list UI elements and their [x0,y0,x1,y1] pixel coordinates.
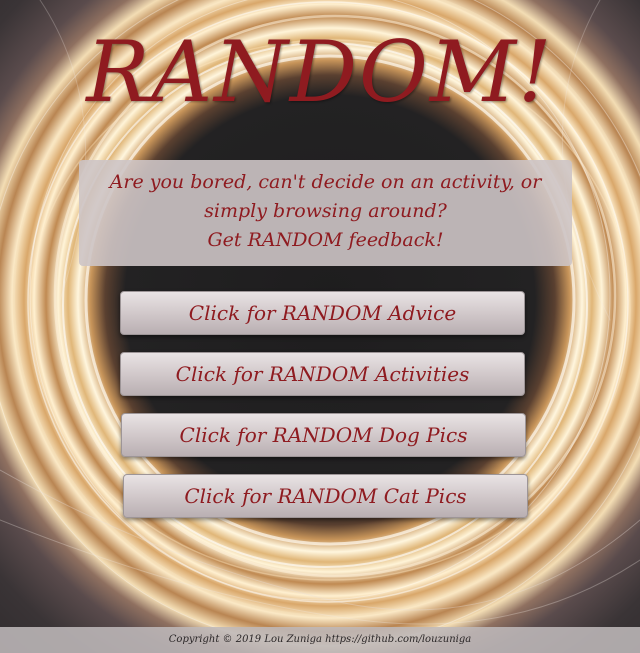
random-advice-button[interactable]: Click for RANDOM Advice [120,291,525,335]
page-title: RANDOM! [86,23,554,121]
random-cat-pics-button[interactable]: Click for RANDOM Cat Pics [123,474,528,518]
intro-line-3: Get RANDOM feedback! [207,229,444,251]
footer-copyright: Copyright © 2019 Lou Zuniga https://gith… [0,627,640,653]
page: RANDOM! Are you bored, can't decide on a… [0,0,640,653]
intro-line-2: simply browsing around? [204,200,447,222]
random-dog-pics-button[interactable]: Click for RANDOM Dog Pics [121,413,526,457]
intro-line-1: Are you bored, can't decide on an activi… [109,171,542,193]
random-activities-button[interactable]: Click for RANDOM Activities [120,352,525,396]
intro-panel: Are you bored, can't decide on an activi… [79,160,572,266]
